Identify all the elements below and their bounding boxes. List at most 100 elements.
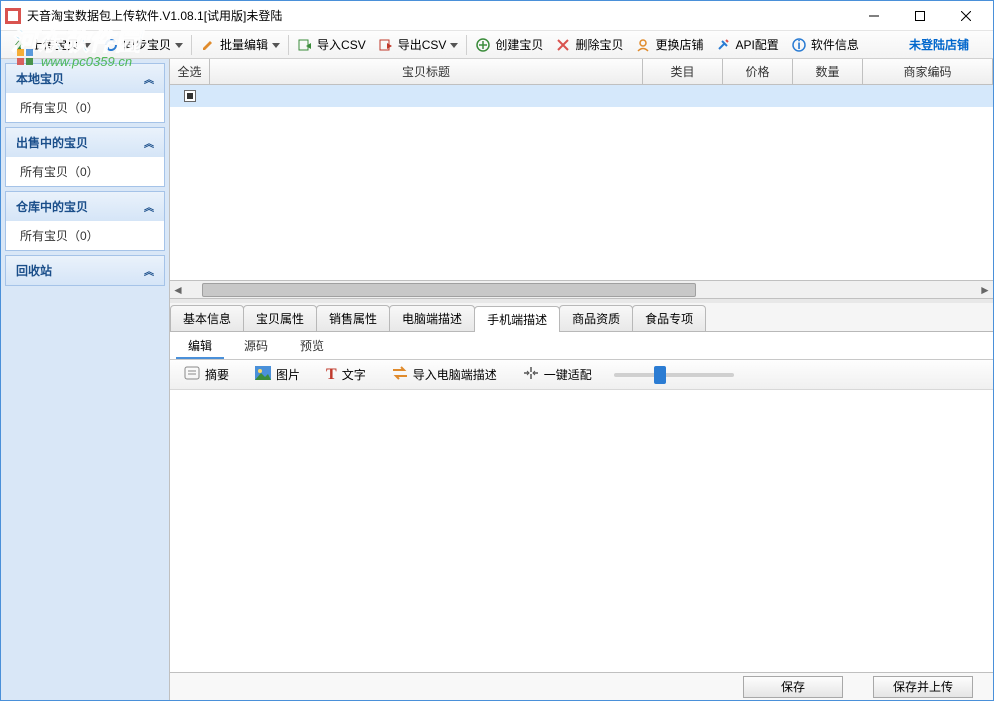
editor-subtabs: 编辑 源码 预览 <box>170 332 993 360</box>
grid-row[interactable] <box>170 85 993 107</box>
export-csv-button[interactable]: 导出CSV <box>372 33 465 57</box>
sidebar-panel-selling: 出售中的宝贝︽ 所有宝贝（0） <box>5 127 165 187</box>
export-icon <box>378 37 394 53</box>
tab-quality[interactable]: 商品资质 <box>559 305 633 331</box>
checkall-label: 全选 <box>177 63 201 80</box>
col-header-qty[interactable]: 数量 <box>793 59 863 84</box>
tab-sale-attrs[interactable]: 销售属性 <box>316 305 390 331</box>
sidebar-panel-local: 本地宝贝︽ 所有宝贝（0） <box>5 63 165 123</box>
import-csv-button[interactable]: 导入CSV <box>291 33 372 57</box>
main-toolbar: 上传宝贝 同步宝贝 批量编辑 导入CSV 导出CSV 创建宝贝 删除宝贝 更换店… <box>1 31 993 59</box>
sidebar-header-local[interactable]: 本地宝贝︽ <box>6 64 164 93</box>
import-pc-label: 导入电脑端描述 <box>413 366 497 383</box>
scroll-thumb[interactable] <box>202 283 696 297</box>
import-csv-label: 导入CSV <box>317 36 366 53</box>
summary-icon <box>184 366 200 383</box>
text-label: 文字 <box>342 366 366 383</box>
export-csv-label: 导出CSV <box>398 36 447 53</box>
user-icon <box>635 37 651 53</box>
summary-button[interactable]: 摘要 <box>180 364 233 385</box>
api-config-button[interactable]: API配置 <box>709 33 784 57</box>
col-header-checkall[interactable]: 全选 <box>170 59 210 84</box>
tab-mobile-desc[interactable]: 手机端描述 <box>474 306 560 332</box>
api-config-label: API配置 <box>735 36 778 53</box>
sync-icon <box>103 37 119 53</box>
switch-shop-button[interactable]: 更换店铺 <box>629 33 709 57</box>
row-checkbox[interactable] <box>184 90 196 102</box>
save-upload-button[interactable]: 保存并上传 <box>873 676 973 698</box>
sync-label: 同步宝贝 <box>123 36 171 53</box>
maximize-button[interactable] <box>897 1 943 31</box>
svg-text:i: i <box>797 38 800 52</box>
titlebar: 天音淘宝数据包上传软件.V1.08.1[试用版]未登陆 <box>1 1 993 31</box>
batch-edit-label: 批量编辑 <box>220 36 268 53</box>
minimize-button[interactable] <box>851 1 897 31</box>
sidebar-item-all-stock[interactable]: 所有宝贝（0） <box>6 221 164 250</box>
sidebar-title-recycle: 回收站 <box>16 262 52 279</box>
col-header-price[interactable]: 价格 <box>723 59 793 84</box>
text-button[interactable]: T文字 <box>322 364 370 386</box>
import-pc-desc-button[interactable]: 导入电脑端描述 <box>388 364 501 385</box>
chevron-up-icon: ︽ <box>144 199 154 214</box>
tab-food[interactable]: 食品专项 <box>632 305 706 331</box>
sidebar-title-selling: 出售中的宝贝 <box>16 134 88 151</box>
info-icon: i <box>791 37 807 53</box>
sidebar-title-stock: 仓库中的宝贝 <box>16 198 88 215</box>
sidebar-item-all-local[interactable]: 所有宝贝（0） <box>6 93 164 122</box>
soft-info-label: 软件信息 <box>811 36 859 53</box>
autofit-icon <box>523 366 539 383</box>
close-button[interactable] <box>943 1 989 31</box>
upload-icon <box>11 37 27 53</box>
image-button[interactable]: 图片 <box>251 364 304 385</box>
col-header-category[interactable]: 类目 <box>643 59 723 84</box>
tab-item-attrs[interactable]: 宝贝属性 <box>243 305 317 331</box>
product-grid: 全选 宝贝标题 类目 价格 数量 商家编码 ◄ ► <box>170 59 993 299</box>
import-icon <box>297 37 313 53</box>
sidebar: 本地宝贝︽ 所有宝贝（0） 出售中的宝贝︽ 所有宝贝（0） 仓库中的宝贝︽ 所有… <box>1 59 169 700</box>
detail-tabs: 基本信息 宝贝属性 销售属性 电脑端描述 手机端描述 商品资质 食品专项 <box>170 303 993 332</box>
grid-body[interactable] <box>170 85 993 280</box>
edit-icon <box>200 37 216 53</box>
image-label: 图片 <box>276 366 300 383</box>
dropdown-icon <box>450 41 458 49</box>
zoom-slider[interactable] <box>614 373 734 377</box>
sidebar-header-recycle[interactable]: 回收站 ︽ <box>6 256 164 285</box>
subtab-source[interactable]: 源码 <box>232 334 280 359</box>
sync-button[interactable]: 同步宝贝 <box>97 33 189 57</box>
scroll-right-arrow[interactable]: ► <box>977 283 993 297</box>
switch-shop-label: 更换店铺 <box>655 36 703 53</box>
delete-button[interactable]: 删除宝贝 <box>549 33 629 57</box>
plus-icon <box>475 37 491 53</box>
delete-icon <box>555 37 571 53</box>
chevron-up-icon: ︽ <box>144 263 154 278</box>
save-button[interactable]: 保存 <box>743 676 843 698</box>
scroll-left-arrow[interactable]: ◄ <box>170 283 186 297</box>
autofit-label: 一键适配 <box>544 366 592 383</box>
editor-toolbar: 摘要 图片 T文字 导入电脑端描述 一键适配 <box>170 360 993 390</box>
sidebar-title-local: 本地宝贝 <box>16 70 64 87</box>
footer-bar: 保存 保存并上传 <box>170 672 993 700</box>
tab-basic-info[interactable]: 基本信息 <box>170 305 244 331</box>
subtab-preview[interactable]: 预览 <box>288 334 336 359</box>
soft-info-button[interactable]: i 软件信息 <box>785 33 865 57</box>
app-icon <box>5 8 21 24</box>
upload-button[interactable]: 上传宝贝 <box>5 33 97 57</box>
sidebar-header-stock[interactable]: 仓库中的宝贝 ︽ <box>6 192 164 221</box>
slider-knob[interactable] <box>654 366 666 384</box>
sidebar-item-all-selling[interactable]: 所有宝贝（0） <box>6 157 164 186</box>
dropdown-icon <box>83 41 91 49</box>
editor-canvas[interactable] <box>170 390 993 672</box>
swap-icon <box>392 366 408 383</box>
dropdown-icon <box>175 41 183 49</box>
horizontal-scrollbar[interactable]: ◄ ► <box>170 280 993 298</box>
tab-pc-desc[interactable]: 电脑端描述 <box>389 305 475 331</box>
col-header-title[interactable]: 宝贝标题 <box>210 59 643 84</box>
create-button[interactable]: 创建宝贝 <box>469 33 549 57</box>
batch-edit-button[interactable]: 批量编辑 <box>194 33 286 57</box>
col-header-code[interactable]: 商家编码 <box>863 59 993 84</box>
sidebar-header-selling[interactable]: 出售中的宝贝︽ <box>6 128 164 157</box>
autofit-button[interactable]: 一键适配 <box>519 364 596 385</box>
main-area: 全选 宝贝标题 类目 价格 数量 商家编码 ◄ ► 基本信息 <box>169 59 993 700</box>
tools-icon <box>715 37 731 53</box>
subtab-edit[interactable]: 编辑 <box>176 334 224 359</box>
